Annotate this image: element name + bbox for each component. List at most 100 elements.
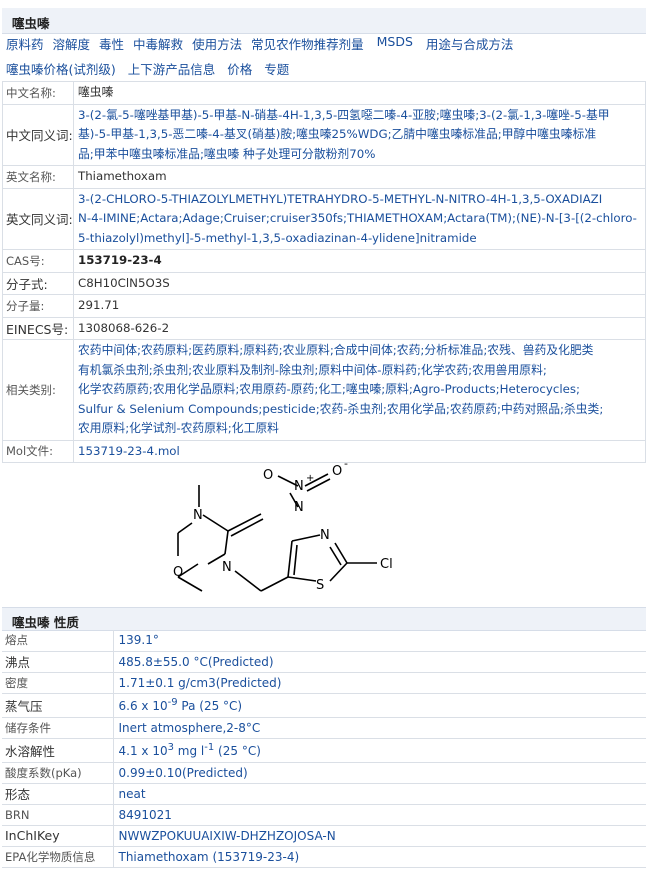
info-value: 153719-23-4 [73,249,646,273]
properties-section-title: 噻虫嗪 性质 [2,607,646,631]
info-value: 1308068-626-2 [73,316,646,340]
nav-link-topic[interactable]: 专题 [264,59,289,78]
synonym-line: 基)-5-甲基-1,3,5-恶二嗪-4-基叉(硝基)胺;噻虫嗪25%WDG;乙腈… [78,127,597,141]
nav-link-supply-chain[interactable]: 上下游产品信息 [128,59,216,78]
info-row-mw: 分子量: 291.71 [2,294,646,318]
prop-value: neat [113,783,646,805]
prop-value-base: 6.6 x 10 [118,699,168,713]
info-row-en-name: 英文名称: Thiamethoxam [2,165,646,189]
nav-link-synthesis[interactable]: 用途与合成方法 [426,34,514,53]
prop-row-density: 密度 1.71±0.1 g/cm3(Predicted) [2,672,646,694]
nav-link-usage[interactable]: 使用方法 [192,34,242,53]
prop-label: 水溶解性 [2,738,114,763]
prop-label: 酸度系数(pKa) [2,762,114,784]
nav-link-raw-material[interactable]: 原料药 [6,34,44,53]
prop-value: 0.99±0.10(Predicted) [113,762,646,784]
prop-label: 熔点 [2,630,114,652]
structure-atom-labels: N O N N N O O N S Cl + - [173,457,393,593]
prop-row-brn: BRN 8491021 [2,804,646,826]
info-label: 中文同义词: [2,103,74,166]
nav-links-secondary: 噻虫嗪价格(试剂级) 上下游产品信息 价格 专题 [6,59,289,78]
nav-link-solubility[interactable]: 溶解度 [53,34,91,53]
atom-label: O [173,565,183,580]
prop-row-boiling-point: 沸点 485.8±55.0 °C(Predicted) [2,651,646,673]
atom-label: Cl [380,557,393,572]
prop-row-melting-point: 熔点 139.1° [2,630,646,652]
nav-link-msds[interactable]: MSDS [377,34,413,53]
category-line: 农用原料;化学试剂-农药原料;化工原料 [78,421,279,435]
atom-label: N [222,560,232,575]
prop-value-unit: mg l [173,744,205,758]
info-label: 英文名称: [2,165,74,189]
prop-label: BRN [2,804,114,826]
prop-value: 4.1 x 103 mg l-1 (25 °C) [113,738,646,763]
info-label: CAS号: [2,249,74,273]
info-label: 相关类别: [2,339,74,441]
info-row-category: 相关类别: 农药中间体;农药原料;医药原料;原料药;农业原料;合成中间体;农药;… [2,339,646,441]
category-line: 有机氯杀虫剂;杀虫剂;农业原料及制剂-除虫剂;原料中间体-原料药;化学农药;农用… [78,362,547,377]
prop-value: 8491021 [113,804,646,826]
prop-value-base: 4.1 x 10 [118,744,168,758]
nav-link-toxicity[interactable]: 毒性 [99,34,124,53]
prop-value-exponent: -9 [167,697,178,708]
prop-row-water-solubility: 水溶解性 4.1 x 103 mg l-1 (25 °C) [2,738,646,763]
category-line: 化学农药原药;农用化学品原料;农用原药-原药;化工;噻虫嗪;原料;Agro-Pr… [78,382,581,396]
structure-diagram: N O N N N O O N S Cl + - [140,441,480,601]
synonym-line: 品;甲苯中噻虫嗪标准品;噻虫嗪 种子处理可分散粉剂70% [78,146,376,161]
info-row-formula: 分子式: C8H10ClN5O3S [2,271,646,295]
prop-row-vapor-pressure: 蒸气压 6.6 x 10-9 Pa (25 °C) [2,693,646,718]
info-value[interactable]: 3-(2-氯-5-噻唑基甲基)-5-甲基-N-硝基-4H-1,3,5-四氢噁二嗪… [73,103,646,166]
prop-value: 6.6 x 10-9 Pa (25 °C) [113,693,646,718]
basic-info-table: 中文名称: 噻虫嗪 中文同义词: 3-(2-氯-5-噻唑基甲基)-5-甲基-N-… [2,81,646,463]
synonym-line: 5-thiazolyl)methyl]-5-methyl-1,3,5-oxadi… [78,230,477,245]
atom-label: N [320,528,330,543]
prop-row-epa: EPA化学物质信息 Thiamethoxam (153719-23-4) [2,846,646,868]
info-value: 噻虫嗪 [73,81,646,105]
atom-label: O [263,468,273,483]
prop-value-condition: (25 °C) [214,744,261,758]
prop-row-inchikey: InChIKey NWWZPOKUUAIXIW-DHZHZOJOSA-N [2,825,646,847]
charge-minus: - [344,457,348,470]
info-value[interactable]: 3-(2-CHLORO-5-THIAZOLYLMETHYL)TETRAHYDRO… [73,187,646,250]
nav-link-poison-treatment[interactable]: 中毒解救 [133,34,183,53]
epa-info-link[interactable]: Thiamethoxam (153719-23-4) [113,846,646,868]
prop-value-unit: Pa (25 °C) [177,699,243,713]
info-row-en-synonyms: 英文同义词: 3-(2-CHLORO-5-THIAZOLYLMETHYL)TET… [2,187,646,250]
properties-table: 熔点 139.1° 沸点 485.8±55.0 °C(Predicted) 密度… [2,630,646,868]
synonym-line: 3-(2-CHLORO-5-THIAZOLYLMETHYL)TETRAHYDRO… [78,191,603,206]
atom-label: N [193,508,203,523]
info-row-cas: CAS号: 153719-23-4 [2,249,646,273]
prop-label: 沸点 [2,651,114,673]
info-row-cn-synonyms: 中文同义词: 3-(2-氯-5-噻唑基甲基)-5-甲基-N-硝基-4H-1,3,… [2,103,646,166]
prop-label: EPA化学物质信息 [2,846,114,868]
synonym-line: N-4-IMINE;Actara;Adage;Cruiser;cruiser35… [78,211,637,225]
prop-row-pka: 酸度系数(pKa) 0.99±0.10(Predicted) [2,762,646,784]
charge-plus: + [306,473,314,484]
info-row-cn-name: 中文名称: 噻虫嗪 [2,81,646,105]
atom-label: N [294,479,304,494]
info-label: 英文同义词: [2,187,74,250]
category-line: Sulfur & Selenium Compounds;pesticide;农药… [78,401,604,416]
prop-value: 139.1° [113,630,646,652]
nav-link-price[interactable]: 价格 [227,59,252,78]
info-value[interactable]: 农药中间体;农药原料;医药原料;原料药;农业原料;合成中间体;农药;分析标准品;… [73,339,646,441]
page-title: 噻虫嗪 [2,8,646,34]
prop-label: 密度 [2,672,114,694]
prop-label: 形态 [2,783,114,805]
nav-links-primary: 原料药 溶解度 毒性 中毒解救 使用方法 常见农作物推荐剂量 MSDS 用途与合… [6,34,513,53]
info-label: EINECS号: [2,316,74,340]
prop-row-storage: 储存条件 Inert atmosphere,2-8°C [2,717,646,739]
info-value: C8H10ClN5O3S [73,271,646,295]
synonym-line: 3-(2-氯-5-噻唑基甲基)-5-甲基-N-硝基-4H-1,3,5-四氢噁二嗪… [78,107,610,122]
nav-link-crop-dosage[interactable]: 常见农作物推荐剂量 [251,34,364,53]
prop-value: 485.8±55.0 °C(Predicted) [113,651,646,673]
info-value: 291.71 [73,294,646,318]
info-value: Thiamethoxam [73,165,646,189]
atom-label: N [294,500,304,515]
info-label: Mol文件: [2,439,74,463]
info-label: 中文名称: [2,81,74,105]
nav-link-reagent-price[interactable]: 噻虫嗪价格(试剂级) [6,59,116,78]
prop-value: Inert atmosphere,2-8°C [113,717,646,739]
prop-value-exponent: -1 [204,742,215,753]
prop-value: 1.71±0.1 g/cm3(Predicted) [113,672,646,694]
